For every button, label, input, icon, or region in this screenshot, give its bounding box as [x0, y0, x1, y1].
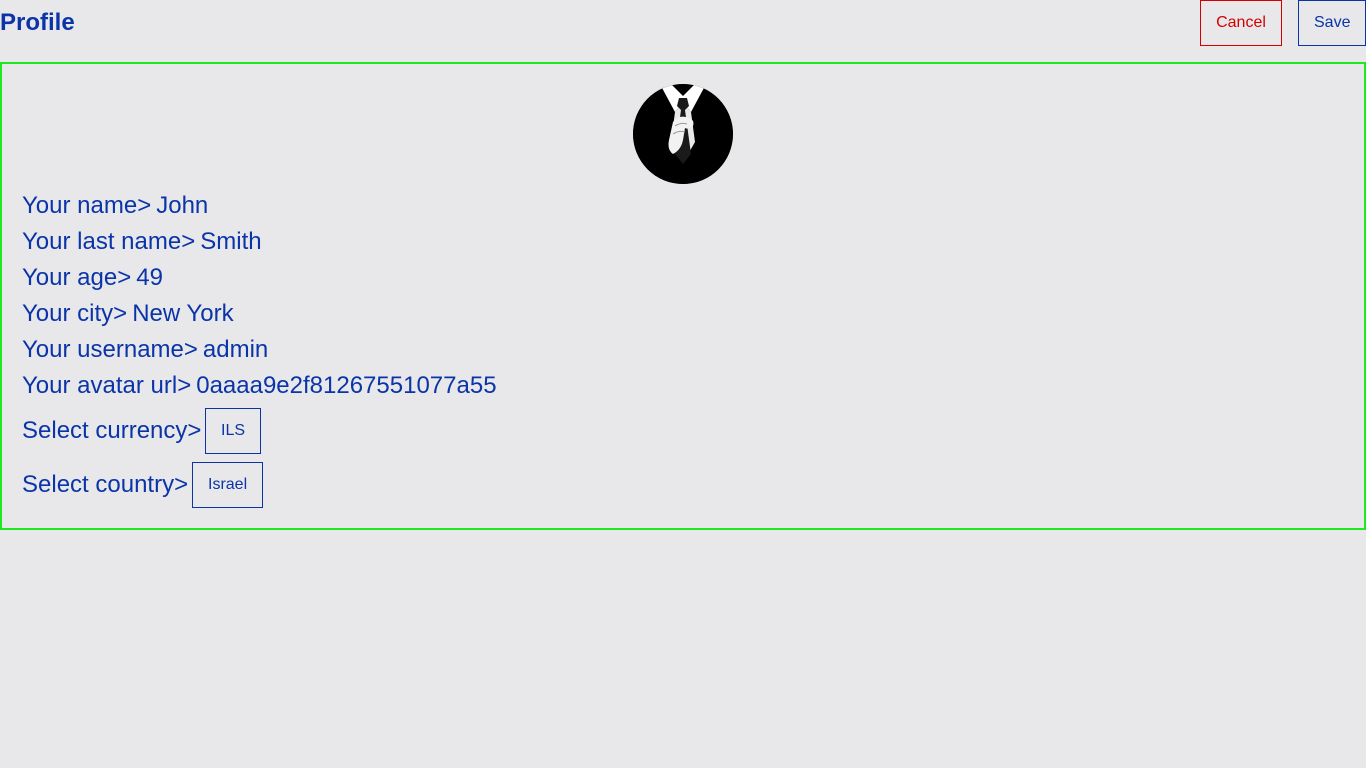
avatar-url-label: Your avatar url>: [22, 372, 192, 399]
currency-select-button[interactable]: ILS: [205, 408, 262, 454]
country-row: Select country>: [22, 471, 188, 499]
country-select-button[interactable]: Israel: [192, 462, 264, 508]
save-button[interactable]: Save: [1298, 0, 1366, 46]
cancel-button[interactable]: Cancel: [1200, 0, 1282, 46]
city-value[interactable]: New York: [132, 300, 233, 327]
name-value[interactable]: John: [156, 192, 208, 219]
city-row: Your city> New York: [22, 300, 234, 328]
last-name-row: Your last name> Smith: [22, 228, 262, 256]
last-name-label: Your last name>: [22, 228, 196, 255]
avatar-url-row: Your avatar url> 0aaaa9e2f81267551077a55: [22, 372, 497, 400]
page-title: Profile: [0, 9, 75, 36]
avatar-url-value[interactable]: 0aaaa9e2f81267551077a55: [196, 372, 496, 399]
country-label: Select country>: [22, 471, 189, 498]
last-name-value[interactable]: Smith: [200, 228, 261, 255]
name-row: Your name> John: [22, 192, 208, 220]
city-label: Your city>: [22, 300, 128, 327]
age-row: Your age> 49: [22, 264, 163, 292]
name-label: Your name>: [22, 192, 152, 219]
currency-label: Select currency>: [22, 417, 202, 444]
username-label: Your username>: [22, 336, 198, 363]
age-value[interactable]: 49: [136, 264, 163, 291]
header: Profile Cancel Save: [0, 0, 1366, 62]
username-row: Your username> admin: [22, 336, 268, 364]
profile-panel: Your name> John Your last name> Smith Your…: [0, 62, 1366, 530]
currency-row: Select currency>: [22, 417, 201, 445]
age-label: Your age>: [22, 264, 132, 291]
username-value[interactable]: admin: [203, 336, 268, 363]
avatar: [633, 84, 733, 184]
suit-tie-avatar-icon: [633, 84, 733, 184]
